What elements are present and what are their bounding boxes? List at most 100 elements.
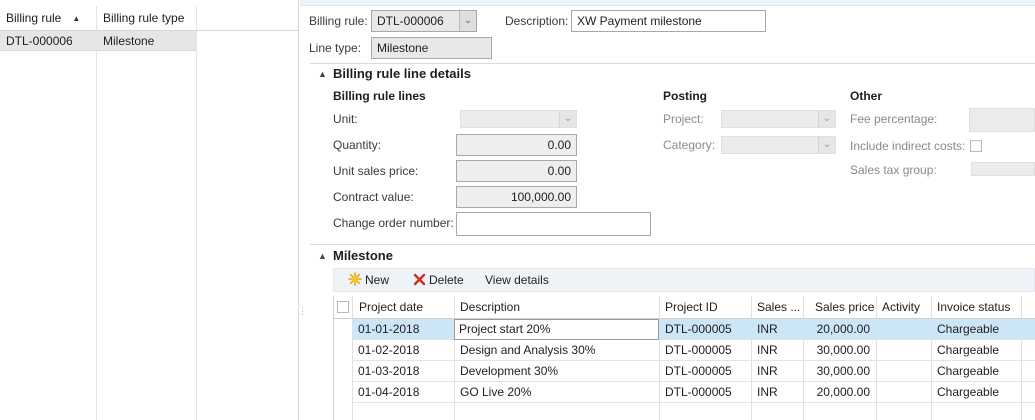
chevron-down-icon: ⌄ (559, 111, 576, 127)
list-item[interactable]: DTL-000006 Milestone (0, 31, 196, 51)
section-divider (310, 244, 1035, 245)
currency-cell: INR (757, 364, 778, 378)
currency-cell: INR (757, 385, 778, 399)
project-date-cell: 01-01-2018 (358, 322, 420, 336)
project-id-cell: DTL-000005 (665, 385, 732, 399)
quantity-value: 0.00 (547, 138, 571, 152)
table-row[interactable]: 01-01-2018 Project start 20% DTL-000005 … (352, 319, 1035, 340)
billing-rule-type-cell: Milestone (103, 34, 155, 48)
quantity-label: Quantity: (333, 138, 382, 152)
column-header-project-date[interactable]: Project date (353, 296, 453, 318)
select-all-checkbox[interactable] (337, 301, 349, 313)
category-combo: ⌄ (721, 136, 836, 154)
invoice-status-cell: Chargeable (937, 322, 1000, 336)
column-header-activity[interactable]: Activity (876, 296, 931, 318)
line-type-label: Line type: (309, 41, 362, 55)
section-title-details[interactable]: Billing rule line details (333, 65, 471, 83)
view-details-button[interactable]: View details (485, 269, 549, 291)
contract-value-field: 100,000.00 (456, 186, 577, 208)
column-header-sales-currency[interactable]: Sales ... (751, 296, 803, 318)
view-details-button-label: View details (485, 273, 549, 287)
project-date-cell: 01-02-2018 (358, 343, 420, 357)
column-header-invoice-status[interactable]: Invoice status (931, 296, 1031, 318)
delete-button[interactable]: Delete (413, 269, 464, 291)
collapse-triangle-icon[interactable]: ▲ (318, 65, 327, 83)
section-title-milestone[interactable]: Milestone (333, 247, 393, 265)
description-cell: Design and Analysis 30% (460, 343, 596, 357)
chevron-down-icon: ⌄ (818, 137, 835, 153)
include-indirect-costs-checkbox[interactable] (970, 140, 982, 152)
fee-percentage-label: Fee percentage: (850, 112, 938, 126)
chevron-down-icon: ⌄ (818, 111, 835, 127)
sales-price-cell: 20,000.00 (816, 322, 870, 336)
group-title-posting: Posting (663, 89, 707, 103)
unit-label: Unit: (333, 112, 358, 126)
description-value: XW Payment milestone (577, 14, 702, 28)
collapse-triangle-icon[interactable]: ▲ (318, 247, 327, 265)
change-order-number-label: Change order number: (333, 216, 454, 230)
sparkle-icon (348, 269, 362, 291)
invoice-status-cell: Chargeable (937, 385, 1000, 399)
project-id-cell: DTL-000005 (665, 322, 732, 336)
invoice-status-cell: Chargeable (937, 343, 1000, 357)
currency-cell: INR (757, 343, 778, 357)
pane-splitter[interactable] (298, 0, 299, 420)
column-header-sales-price[interactable]: Sales price (809, 296, 876, 318)
project-date-cell: 01-04-2018 (358, 385, 420, 399)
project-label: Project: (663, 112, 704, 126)
billing-rule-field[interactable]: DTL-000006 ⌄ (371, 10, 477, 32)
sales-price-cell: 30,000.00 (816, 343, 870, 357)
line-type-field: Milestone (371, 37, 492, 59)
contract-value-label: Contract value: (333, 190, 414, 204)
sales-tax-group-combo (971, 162, 1035, 176)
fee-percentage-field (969, 108, 1035, 132)
unit-sales-price-value: 0.00 (547, 164, 571, 178)
group-title-billing-rule-lines: Billing rule lines (333, 89, 426, 103)
billing-rule-list: Billing rule ▲ Billing rule type DTL-0000… (0, 6, 298, 420)
description-cell: Development 30% (460, 364, 559, 378)
sales-price-cell: 30,000.00 (816, 364, 870, 378)
column-divider (196, 6, 197, 420)
quantity-field: 0.00 (456, 134, 577, 156)
column-header-label: Billing rule (6, 11, 62, 25)
description-field[interactable]: XW Payment milestone (571, 10, 766, 32)
billing-rule-cell: DTL-000006 (6, 34, 73, 48)
billing-rule-value: DTL-000006 (377, 14, 444, 28)
column-header-billing-rule-type[interactable]: Billing rule type (97, 6, 197, 30)
column-divider (96, 6, 97, 420)
splitter-grip-icon[interactable]: ⋮ (298, 307, 307, 332)
milestone-grid: Project date Description Project ID Sale… (333, 296, 1035, 420)
table-row[interactable]: 01-04-2018 GO Live 20% DTL-000005 INR 20… (352, 382, 1035, 403)
description-cell: GO Live 20% (460, 385, 532, 399)
delete-button-label: Delete (429, 273, 464, 287)
column-header-project-id[interactable]: Project ID (659, 296, 751, 318)
form-top-band (300, 0, 1035, 6)
column-header-billing-rule[interactable]: Billing rule ▲ (0, 6, 96, 30)
contract-value-value: 100,000.00 (510, 190, 571, 204)
change-order-number-field[interactable] (456, 212, 651, 236)
unit-sales-price-field: 0.00 (456, 160, 577, 182)
table-row[interactable]: 01-02-2018 Design and Analysis 30% DTL-0… (352, 340, 1035, 361)
project-date-cell: 01-03-2018 (358, 364, 420, 378)
column-header-label: Billing rule type (103, 11, 185, 25)
currency-cell: INR (757, 322, 778, 336)
column-header-description[interactable]: Description (454, 296, 659, 318)
include-indirect-costs-label: Include indirect costs: (850, 139, 966, 153)
sales-tax-group-label: Sales tax group: (850, 163, 937, 177)
red-x-icon (413, 269, 426, 291)
unit-sales-price-label: Unit sales price: (333, 164, 419, 178)
description-edit-field[interactable]: Project start 20% (454, 319, 659, 340)
project-id-cell: DTL-000005 (665, 364, 732, 378)
sales-price-cell: 20,000.00 (816, 385, 870, 399)
description-cell: Project start 20% (459, 322, 551, 336)
description-label: Description: (505, 14, 569, 28)
section-divider (310, 63, 1035, 64)
category-label: Category: (663, 138, 716, 152)
new-button[interactable]: New (348, 269, 389, 291)
chevron-down-icon[interactable]: ⌄ (459, 11, 476, 31)
new-button-label: New (365, 273, 390, 287)
project-id-cell: DTL-000005 (665, 343, 732, 357)
project-combo: ⌄ (721, 110, 836, 128)
table-row[interactable]: 01-03-2018 Development 30% DTL-000005 IN… (352, 361, 1035, 382)
sort-ascending-icon: ▲ (72, 14, 81, 23)
